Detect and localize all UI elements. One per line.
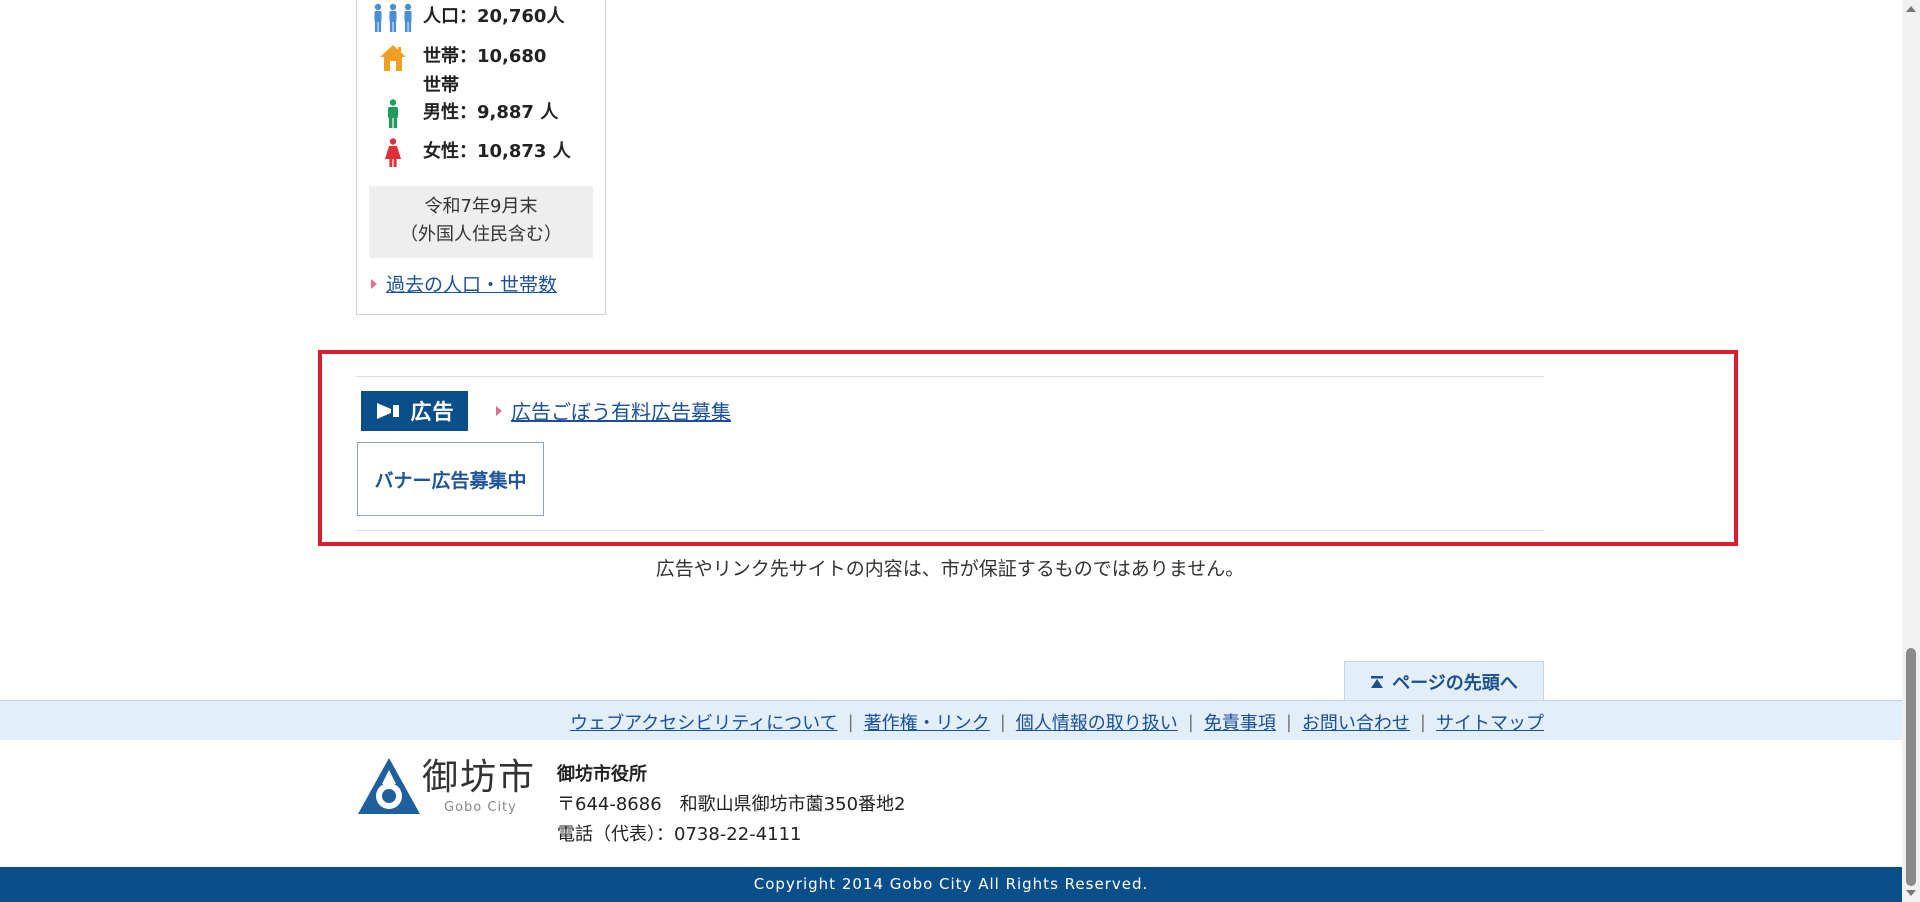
households-row: 世帯：10,680 世帯 [369,42,599,100]
past-population-link-row: 過去の人口・世帯数 [371,270,557,297]
male-text: 男性：9,887 人 [417,98,558,127]
ad-badge: 広告 [361,391,468,431]
population-value: 20,760人 [477,6,565,27]
population-foreign-note: （外国人住民含む） [400,224,562,245]
city-logo[interactable]: 御坊市 Gobo City [356,756,536,822]
female-text: 女性：10,873 人 [417,137,571,166]
ad-disclaimer: 広告やリンク先サイトの内容は、市が保証するものではありません。 [655,558,1245,580]
logo-subtitle: Gobo City [444,800,517,815]
footer-link-disclaimer[interactable]: 免責事項 [1204,709,1276,735]
footer-nav-links: ウェブアクセシビリティについて | 著作権・リンク | 個人情報の取り扱い | … [570,709,1544,735]
footer-link-contact[interactable]: お問い合わせ [1302,709,1410,735]
separator: | [1187,711,1194,733]
population-date-note: 令和7年9月末 （外国人住民含む） [369,186,593,258]
scroll-up-arrow-icon[interactable] [1906,6,1916,12]
ad-top-divider [356,376,1544,377]
separator: | [1419,711,1426,733]
footer-link-sitemap[interactable]: サイトマップ [1436,709,1544,735]
footer-link-privacy[interactable]: 個人情報の取り扱い [1016,709,1178,735]
page: 人口：20,760人 世帯：10,680 世帯 男性：9,887 人 女性：10… [0,0,1920,902]
ad-bottom-divider [356,530,1544,531]
copyright-bar: Copyright 2014 Gobo City All Rights Rese… [0,867,1902,902]
separator: | [1285,711,1292,733]
gobo-city-emblem [356,756,422,822]
scrollbar-thumb[interactable] [1906,648,1916,886]
population-label: 人口： [423,6,477,27]
arrow-up-to-top-icon [1370,675,1384,689]
households-text: 世帯：10,680 世帯 [417,42,567,100]
population-widget: 人口：20,760人 世帯：10,680 世帯 男性：9,887 人 女性：10… [356,0,606,315]
male-label: 男性： [423,102,477,123]
page-top-label: ページの先頭へ [1392,672,1518,694]
male-row: 男性：9,887 人 [369,98,599,130]
separator: | [847,711,854,733]
male-value: 9,887 人 [477,102,559,123]
people-group-icon [369,2,417,34]
scroll-down-arrow-icon[interactable] [1906,890,1916,896]
office-phone: 電話（代表）：0738-22-4111 [557,824,802,845]
male-figure-icon [369,98,417,130]
vertical-scrollbar[interactable] [1902,0,1920,902]
page-top-button[interactable]: ページの先頭へ [1344,661,1544,701]
office-address: 〒644-8686 和歌山県御坊市薗350番地2 [557,794,906,815]
separator: | [999,711,1006,733]
female-row: 女性：10,873 人 [369,137,599,169]
banner-ad-label: バナー広告募集中 [374,469,527,492]
population-date: 令和7年9月末 [424,196,538,217]
house-icon [369,42,417,74]
footer-nav-bar: ウェブアクセシビリティについて | 著作権・リンク | 個人情報の取り扱い | … [0,700,1902,740]
ad-recruit-link-row: 広告ごぼう有料広告募集 [496,396,731,425]
ad-recruit-link[interactable]: 広告ごぼう有料広告募集 [511,396,731,425]
office-name: 御坊市役所 [557,764,647,785]
households-label: 世帯： [423,46,477,67]
female-figure-icon [369,137,417,169]
logo-name: 御坊市 [422,757,537,798]
population-row: 人口：20,760人 [369,2,599,34]
population-text: 人口：20,760人 [417,2,564,31]
past-population-link[interactable]: 過去の人口・世帯数 [386,270,557,297]
triangle-bullet-icon [496,405,502,416]
female-label: 女性： [423,141,477,162]
office-info: 御坊市役所 〒644-8686 和歌山県御坊市薗350番地2 電話（代表）：07… [557,760,905,850]
footer-link-accessibility[interactable]: ウェブアクセシビリティについて [570,709,837,735]
footer-link-copyright[interactable]: 著作権・リンク [864,709,990,735]
megaphone-icon [375,401,401,421]
ad-badge-label: 広告 [410,400,455,424]
female-value: 10,873 人 [477,141,571,162]
triangle-bullet-icon [371,278,377,289]
banner-ad-slot[interactable]: バナー広告募集中 [357,442,544,516]
